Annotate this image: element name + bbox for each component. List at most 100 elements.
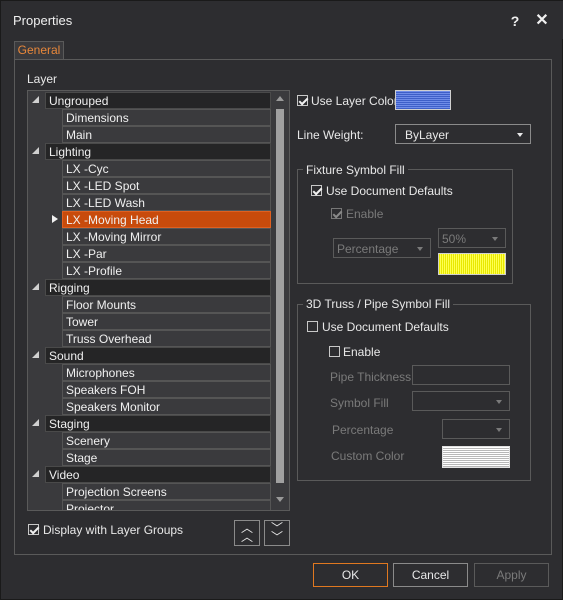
fixture-symbol-fill-title: Fixture Symbol Fill: [303, 163, 408, 177]
layer-name: LX -Par: [62, 245, 271, 262]
layer-name: LX -LED Wash: [62, 194, 271, 211]
ok-button[interactable]: OK: [313, 563, 388, 587]
layer-name: Floor Mounts: [62, 296, 271, 313]
layer-row[interactable]: LX -LED Wash: [28, 194, 272, 211]
fixture-percent-dropdown[interactable]: 50%: [438, 228, 506, 248]
layer-name: Projector: [62, 500, 271, 510]
layer-name: Speakers Monitor: [62, 398, 271, 415]
use-layer-color-label: Use Layer Color: [311, 94, 398, 108]
expand-triangle-icon[interactable]: [32, 470, 39, 477]
layer-row[interactable]: Projector: [28, 500, 272, 510]
fixture-use-defaults-checkbox[interactable]: [311, 185, 322, 196]
chevron-down-icon: [492, 237, 498, 241]
layer-name: LX -Moving Mirror: [62, 228, 271, 245]
apply-button[interactable]: Apply: [474, 563, 549, 587]
layer-name: LX -LED Spot: [62, 177, 271, 194]
layer-row[interactable]: Speakers Monitor: [28, 398, 272, 415]
fixture-fill-type-value: Percentage: [337, 242, 399, 256]
layer-row[interactable]: Main: [28, 126, 272, 143]
percentage-label: Percentage: [332, 423, 394, 437]
layer-row[interactable]: Scenery: [28, 432, 272, 449]
cancel-button[interactable]: Cancel: [393, 563, 468, 587]
layer-name: Rigging: [45, 279, 271, 296]
layer-name: Staging: [45, 415, 271, 432]
truss-enable-label: Enable: [343, 345, 381, 359]
layer-row[interactable]: LX -Moving Head: [28, 211, 272, 228]
layer-group-row[interactable]: Rigging: [28, 279, 272, 296]
chevron-down-icon: [496, 400, 502, 404]
close-button[interactable]: ✕: [532, 11, 552, 31]
custom-color-label: Custom Color: [331, 449, 405, 463]
pipe-thickness-input[interactable]: [412, 365, 510, 385]
layer-row[interactable]: Tower: [28, 313, 272, 330]
layer-name: Lighting: [45, 143, 271, 160]
layer-group-row[interactable]: Video: [28, 466, 272, 483]
layer-row[interactable]: LX -Profile: [28, 262, 272, 279]
percentage-dropdown[interactable]: [442, 419, 510, 439]
move-down-button[interactable]: ﹀ ﹀: [264, 520, 290, 546]
line-weight-label: Line Weight:: [297, 128, 364, 142]
layer-row[interactable]: LX -LED Spot: [28, 177, 272, 194]
dialog-title: Properties: [13, 13, 73, 28]
layer-name: Video: [45, 466, 271, 483]
move-up-button[interactable]: ︿ ︿: [234, 520, 260, 546]
truss-pipe-fill-title: 3D Truss / Pipe Symbol Fill: [303, 297, 454, 311]
chevron-down-icon: [417, 247, 423, 251]
fixture-fill-color-swatch[interactable]: [438, 253, 506, 275]
layer-row[interactable]: LX -Par: [28, 245, 272, 262]
truss-use-defaults-checkbox[interactable]: [307, 321, 318, 332]
line-weight-value: ByLayer: [405, 128, 450, 142]
scroll-down-icon[interactable]: [276, 497, 284, 502]
layer-name: Speakers FOH: [62, 381, 271, 398]
double-chevron-down-icon: ﹀ ﹀: [270, 521, 283, 544]
chevron-down-icon: [517, 133, 523, 137]
tree-scrollbar[interactable]: [273, 92, 287, 509]
expand-triangle-icon[interactable]: [32, 283, 39, 290]
scroll-up-icon[interactable]: [276, 96, 284, 101]
custom-color-swatch[interactable]: [442, 446, 510, 468]
layer-row[interactable]: Dimensions: [28, 109, 272, 126]
layer-row[interactable]: Truss Overhead: [28, 330, 272, 347]
layer-group-row[interactable]: Staging: [28, 415, 272, 432]
layer-name: LX -Moving Head: [62, 211, 271, 228]
line-weight-dropdown[interactable]: ByLayer: [395, 124, 531, 144]
fixture-enable-label: Enable: [346, 207, 384, 221]
chevron-down-icon: [496, 428, 502, 432]
fixture-fill-type-dropdown[interactable]: Percentage: [333, 238, 431, 258]
layer-row[interactable]: LX -Cyc: [28, 160, 272, 177]
layer-row[interactable]: Floor Mounts: [28, 296, 272, 313]
expand-triangle-icon[interactable]: [32, 351, 39, 358]
properties-dialog: Properties ? ✕ General Layer Projector Pr…: [0, 0, 563, 600]
expand-triangle-icon[interactable]: [32, 419, 39, 426]
double-chevron-up-icon: ︿ ︿: [240, 521, 253, 544]
layer-group-row[interactable]: Lighting: [28, 143, 272, 160]
scroll-thumb[interactable]: [276, 109, 284, 483]
layer-row[interactable]: Microphones: [28, 364, 272, 381]
tab-general[interactable]: General: [14, 41, 64, 60]
expand-triangle-icon[interactable]: [32, 96, 39, 103]
fixture-percent-value: 50%: [442, 232, 467, 246]
layer-group-row[interactable]: Sound: [28, 347, 272, 364]
layer-group-row[interactable]: Ungrouped: [28, 92, 272, 109]
symbol-fill-dropdown[interactable]: [412, 391, 510, 411]
layer-name: Scenery: [62, 432, 271, 449]
layer-name: Stage: [62, 449, 271, 466]
layer-name: Main: [62, 126, 271, 143]
layer-name: Projection Screens: [62, 483, 271, 500]
layer-row[interactable]: Speakers FOH: [28, 381, 272, 398]
layer-color-swatch[interactable]: [395, 90, 451, 110]
help-button[interactable]: ?: [505, 11, 525, 31]
use-layer-color-checkbox[interactable]: [297, 95, 308, 106]
layer-row[interactable]: LX -Moving Mirror: [28, 228, 272, 245]
display-with-layer-groups-label: Display with Layer Groups: [43, 523, 184, 537]
layer-row[interactable]: Stage: [28, 449, 272, 466]
expand-triangle-icon[interactable]: [32, 147, 39, 154]
row-pointer-icon: [52, 215, 58, 223]
layer-name: LX -Cyc: [62, 160, 271, 177]
layer-row[interactable]: Projection Screens: [28, 483, 272, 500]
truss-enable-checkbox[interactable]: [329, 346, 340, 357]
fixture-enable-checkbox[interactable]: [331, 208, 342, 219]
layer-tree[interactable]: Projector Projection Screens Video Stage Sce…: [27, 90, 290, 511]
pipe-thickness-label: Pipe Thickness: [330, 370, 412, 384]
display-with-layer-groups-checkbox[interactable]: [28, 524, 39, 535]
